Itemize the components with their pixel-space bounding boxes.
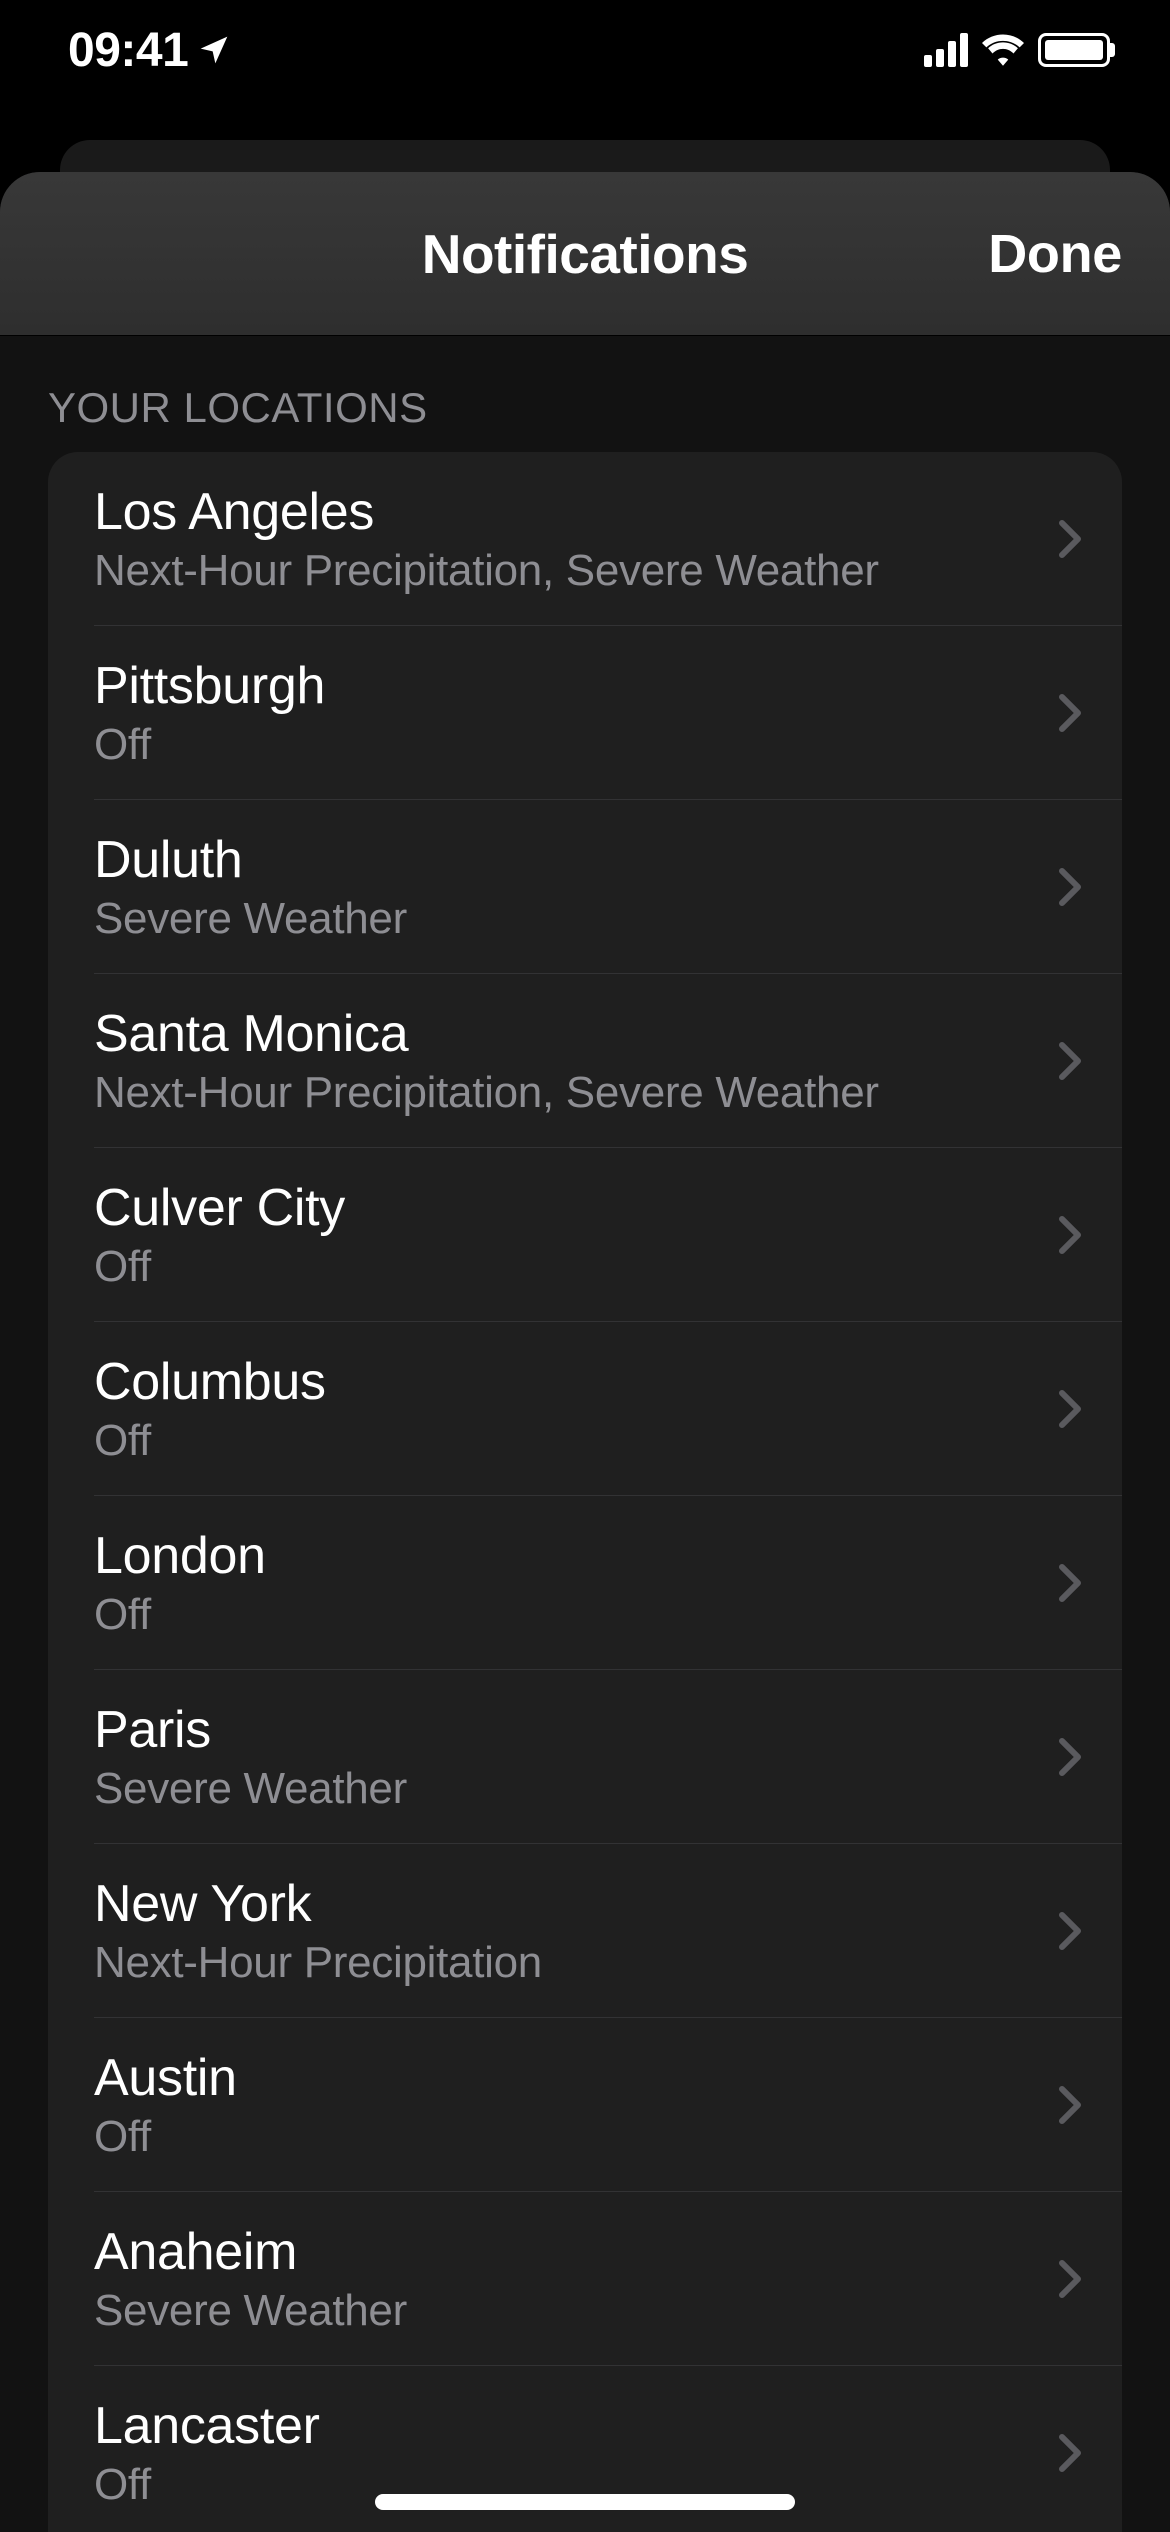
row-content: Culver CityOff <box>94 1178 1038 1292</box>
chevron-right-icon <box>1058 693 1082 733</box>
location-status: Off <box>94 1590 1038 1640</box>
cellular-signal-icon <box>924 33 968 67</box>
location-row[interactable]: PittsburghOff <box>48 626 1122 800</box>
location-row[interactable]: AnaheimSevere Weather <box>48 2192 1122 2366</box>
wifi-icon <box>982 34 1024 66</box>
location-row[interactable]: LondonOff <box>48 1496 1122 1670</box>
chevron-right-icon <box>1058 1563 1082 1603</box>
chevron-right-icon <box>1058 2259 1082 2299</box>
row-content: Santa MonicaNext-Hour Precipitation, Sev… <box>94 1004 1038 1118</box>
location-name: Duluth <box>94 830 1038 890</box>
location-status: Severe Weather <box>94 1764 1038 1814</box>
location-row[interactable]: DuluthSevere Weather <box>48 800 1122 974</box>
modal-header: Notifications Done <box>0 172 1170 336</box>
location-name: New York <box>94 1874 1038 1934</box>
chevron-right-icon <box>1058 867 1082 907</box>
location-status: Off <box>94 1416 1038 1466</box>
section-header-your-locations: YOUR LOCATIONS <box>0 336 1170 452</box>
location-row[interactable]: ColumbusOff <box>48 1322 1122 1496</box>
done-button[interactable]: Done <box>988 223 1122 285</box>
row-content: Los AngelesNext-Hour Precipitation, Seve… <box>94 482 1038 596</box>
location-name: Culver City <box>94 1178 1038 1238</box>
row-content: ParisSevere Weather <box>94 1700 1038 1814</box>
location-name: Santa Monica <box>94 1004 1038 1064</box>
row-content: LancasterOff <box>94 2396 1038 2510</box>
chevron-right-icon <box>1058 1215 1082 1255</box>
chevron-right-icon <box>1058 2085 1082 2125</box>
chevron-right-icon <box>1058 1911 1082 1951</box>
location-name: Anaheim <box>94 2222 1038 2282</box>
location-status: Next-Hour Precipitation, Severe Weather <box>94 1068 1038 1118</box>
modal-title: Notifications <box>422 222 749 286</box>
location-row[interactable]: Santa MonicaNext-Hour Precipitation, Sev… <box>48 974 1122 1148</box>
chevron-right-icon <box>1058 1737 1082 1777</box>
chevron-right-icon <box>1058 2433 1082 2473</box>
location-status: Off <box>94 2112 1038 2162</box>
row-content: LondonOff <box>94 1526 1038 1640</box>
row-content: DuluthSevere Weather <box>94 830 1038 944</box>
location-services-icon <box>198 34 230 66</box>
location-status: Off <box>94 1242 1038 1292</box>
location-status: Next-Hour Precipitation <box>94 1938 1038 1988</box>
location-name: Paris <box>94 1700 1038 1760</box>
status-time: 09:41 <box>68 23 188 78</box>
location-name: Pittsburgh <box>94 656 1038 716</box>
notifications-modal: Notifications Done YOUR LOCATIONS Los An… <box>0 172 1170 2532</box>
location-row[interactable]: Los AngelesNext-Hour Precipitation, Seve… <box>48 452 1122 626</box>
location-name: London <box>94 1526 1038 1586</box>
locations-list: Los AngelesNext-Hour Precipitation, Seve… <box>48 452 1122 2532</box>
content-area[interactable]: YOUR LOCATIONS Los AngelesNext-Hour Prec… <box>0 336 1170 2532</box>
row-content: AustinOff <box>94 2048 1038 2162</box>
row-content: AnaheimSevere Weather <box>94 2222 1038 2336</box>
location-status: Next-Hour Precipitation, Severe Weather <box>94 546 1038 596</box>
location-status: Severe Weather <box>94 894 1038 944</box>
chevron-right-icon <box>1058 519 1082 559</box>
battery-icon <box>1038 33 1110 67</box>
status-right <box>924 33 1110 67</box>
status-left: 09:41 <box>68 23 230 78</box>
location-name: Los Angeles <box>94 482 1038 542</box>
row-content: New YorkNext-Hour Precipitation <box>94 1874 1038 1988</box>
location-row[interactable]: Culver CityOff <box>48 1148 1122 1322</box>
location-name: Lancaster <box>94 2396 1038 2456</box>
chevron-right-icon <box>1058 1041 1082 1081</box>
status-bar: 09:41 <box>0 0 1170 140</box>
row-content: ColumbusOff <box>94 1352 1038 1466</box>
location-status: Severe Weather <box>94 2286 1038 2336</box>
location-row[interactable]: New YorkNext-Hour Precipitation <box>48 1844 1122 2018</box>
location-name: Austin <box>94 2048 1038 2108</box>
row-content: PittsburghOff <box>94 656 1038 770</box>
home-indicator[interactable] <box>375 2494 795 2510</box>
chevron-right-icon <box>1058 1389 1082 1429</box>
location-row[interactable]: ParisSevere Weather <box>48 1670 1122 1844</box>
location-row[interactable]: AustinOff <box>48 2018 1122 2192</box>
location-name: Columbus <box>94 1352 1038 1412</box>
location-status: Off <box>94 720 1038 770</box>
